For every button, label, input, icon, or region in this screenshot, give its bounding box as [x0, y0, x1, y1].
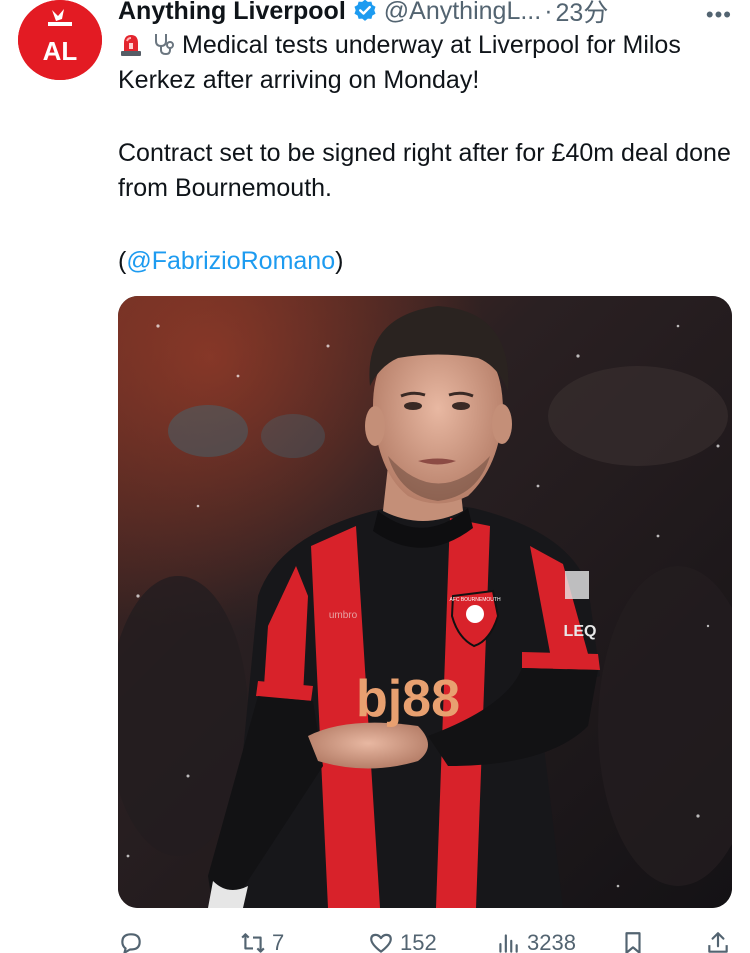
liverbird-logo: AL — [18, 0, 102, 80]
share-icon — [708, 932, 728, 953]
bookmark-icon — [625, 932, 641, 953]
heart-icon — [370, 933, 392, 953]
tweet-header: Anything Liverpool @AnythingL... · 23分 — [118, 0, 738, 28]
like-button[interactable]: 152 — [368, 930, 437, 953]
crest-text: AFC BOURNEMOUTH — [449, 597, 501, 603]
separator-dot: · — [544, 0, 553, 25]
like-count: 152 — [400, 930, 437, 953]
retweet-count: 7 — [272, 930, 285, 953]
mention-link[interactable]: @FabrizioRomano — [126, 247, 335, 275]
tweet-line-2: Contract set to be signed right after fo… — [118, 139, 731, 202]
sponsor-text: bj88 — [356, 670, 460, 728]
stethoscope-emoji-icon — [155, 34, 174, 56]
tweet-line-3: (@FabrizioRomano) — [118, 244, 733, 279]
verified-badge-icon — [354, 0, 376, 21]
author-name[interactable]: Anything Liverpool — [118, 0, 346, 26]
player-photo: AFC BOURNEMOUTH umbro bj88 LEQ — [118, 296, 732, 908]
tweet-actions: 7 152 3238 — [118, 926, 738, 953]
tweet-photo[interactable]: AFC BOURNEMOUTH umbro bj88 LEQ — [118, 296, 732, 908]
reply-icon — [121, 933, 141, 953]
kit-maker-text: umbro — [329, 610, 358, 621]
avatar[interactable]: AL — [18, 0, 102, 80]
sleeve-text: LEQ — [564, 623, 597, 640]
views-button[interactable]: 3238 — [495, 930, 576, 953]
views-chart-icon — [499, 934, 518, 953]
views-count: 3238 — [527, 930, 576, 953]
retweet-button[interactable]: 7 — [240, 930, 284, 953]
tweet-line-1: Medical tests underway at Liverpool for … — [118, 28, 733, 98]
reply-button[interactable] — [118, 930, 150, 953]
timestamp[interactable]: 23分 — [556, 0, 609, 29]
retweet-icon — [241, 933, 265, 953]
tweet-line-1-text: Medical tests underway at Liverpool for … — [118, 31, 681, 94]
paren-close: ) — [335, 247, 344, 275]
siren-emoji-icon — [121, 35, 141, 56]
more-options-icon[interactable]: ••• — [706, 4, 732, 26]
tweet-text: Medical tests underway at Liverpool for … — [118, 28, 733, 279]
author-handle[interactable]: @AnythingL... — [384, 0, 541, 26]
share-button[interactable] — [705, 930, 731, 953]
bookmark-button[interactable] — [620, 930, 646, 953]
avatar-text: AL — [43, 36, 78, 66]
